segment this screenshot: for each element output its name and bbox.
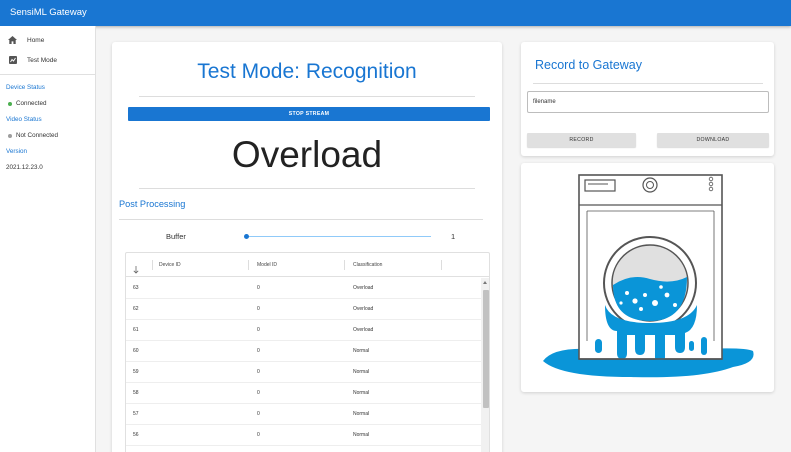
record-button[interactable]: RECORD — [527, 133, 636, 147]
cell-classification: Overload — [353, 285, 374, 291]
table-row[interactable]: 59 0 Normal — [126, 362, 481, 383]
test-mode-icon — [7, 55, 18, 66]
column-separator — [441, 260, 442, 270]
stop-stream-button[interactable]: STOP STREAM — [128, 107, 490, 121]
cell-model-id: 0 — [257, 327, 260, 333]
version-value: 2021.12.23.0 — [6, 164, 43, 171]
divider — [139, 96, 475, 97]
buffer-slider-track[interactable] — [248, 236, 431, 237]
cell-classification: Overload — [353, 306, 374, 312]
video-status-heading: Video Status — [6, 116, 42, 123]
filename-input[interactable]: filename — [527, 91, 769, 113]
table-header: Device ID Model ID Classification — [126, 253, 489, 279]
cell-device-id: 57 — [133, 411, 139, 417]
table-row[interactable]: 62 0 Overload — [126, 299, 481, 320]
cell-classification: Normal — [353, 390, 370, 396]
buffer-label: Buffer — [166, 232, 186, 241]
cell-classification: Normal — [353, 446, 369, 452]
table-row[interactable]: 63 0 Overload — [126, 278, 481, 299]
table-row[interactable]: 61 0 Overload — [126, 320, 481, 341]
results-table: Device ID Model ID Classification 63 0 Ove… — [125, 252, 490, 452]
cell-device-id: 60 — [133, 348, 139, 354]
cell-classification: Overload — [353, 327, 374, 333]
page-title: Test Mode: Recognition — [197, 60, 417, 83]
scrollbar-thumb[interactable] — [482, 290, 489, 408]
status-dot-icon — [8, 134, 12, 138]
column-header-device-id[interactable]: Device ID — [159, 253, 181, 277]
table-row[interactable]: 60 0 Normal — [126, 341, 481, 362]
sidebar: Home Test Mode Device Status Connected V… — [0, 26, 96, 452]
divider — [533, 83, 763, 84]
device-status-value: Connected — [0, 96, 95, 112]
device-status-text: Connected — [16, 100, 47, 107]
table-row[interactable]: 57 0 Normal — [126, 404, 481, 425]
app-bar: SensiML Gateway — [0, 0, 791, 26]
video-status-value: Not Connected — [0, 128, 95, 144]
cell-model-id: 0 — [257, 411, 260, 417]
buffer-value: 1 — [451, 232, 456, 241]
recognition-card: Test Mode: Recognition STOP STREAM Overl… — [112, 42, 502, 452]
device-image-card — [521, 163, 774, 392]
cell-model-id: 0 — [257, 369, 260, 375]
sidebar-item-label: Test Mode — [27, 56, 57, 64]
cell-classification: Normal — [353, 348, 370, 354]
sidebar-item-label: Home — [27, 36, 45, 44]
post-processing-heading: Post Processing — [119, 199, 186, 209]
cell-classification: Normal — [353, 369, 370, 375]
status-dot-icon — [8, 102, 12, 106]
cell-device-id: 59 — [133, 369, 139, 375]
cell-model-id: 0 — [257, 432, 260, 438]
cell-model-id: 0 — [257, 306, 260, 312]
column-separator — [152, 260, 153, 270]
record-title: Record to Gateway — [535, 58, 642, 72]
download-button[interactable]: DOWNLOAD — [657, 133, 769, 147]
divider — [119, 219, 483, 220]
version-heading: Version — [6, 148, 28, 155]
table-row[interactable]: 56 0 Normal — [126, 425, 481, 446]
cell-device-id: 63 — [133, 285, 139, 291]
cell-model-id: 0 — [257, 348, 260, 354]
cell-model-id: 0 — [257, 285, 260, 291]
app-title: SensiML Gateway — [10, 7, 87, 18]
sidebar-item-home[interactable]: Home — [0, 30, 95, 50]
cell-device-id: 55 — [133, 446, 139, 452]
scroll-up-icon[interactable] — [483, 281, 487, 284]
cell-model-id: 0 — [257, 390, 260, 396]
sidebar-divider — [0, 74, 95, 75]
arrow-down-icon[interactable] — [133, 261, 139, 279]
column-separator — [344, 260, 345, 270]
table-scrollbar[interactable] — [481, 278, 489, 452]
cell-device-id: 61 — [133, 327, 139, 333]
cell-classification: Normal — [353, 432, 370, 438]
device-status-heading: Device Status — [6, 84, 45, 91]
home-icon — [7, 35, 18, 46]
sidebar-item-test-mode[interactable]: Test Mode — [0, 50, 95, 70]
column-separator — [248, 260, 249, 270]
cell-device-id: 58 — [133, 390, 139, 396]
cell-device-id: 62 — [133, 306, 139, 312]
video-status-text: Not Connected — [16, 132, 59, 139]
classification-result: Overload — [231, 134, 383, 175]
cell-model-id: 0 — [257, 446, 260, 452]
table-row[interactable]: 58 0 Normal — [126, 383, 481, 404]
cell-device-id: 56 — [133, 432, 139, 438]
column-header-model-id[interactable]: Model ID — [257, 253, 277, 277]
buffer-slider-thumb[interactable] — [244, 234, 249, 239]
column-header-classification[interactable]: Classification — [353, 253, 382, 277]
table-row[interactable]: 55 0 Normal — [126, 446, 481, 452]
cell-classification: Normal — [353, 411, 370, 417]
washing-machine-overload-illustration — [543, 174, 754, 378]
record-card: Record to Gateway filename RECORD DOWNLO… — [521, 42, 774, 156]
divider — [139, 188, 475, 189]
